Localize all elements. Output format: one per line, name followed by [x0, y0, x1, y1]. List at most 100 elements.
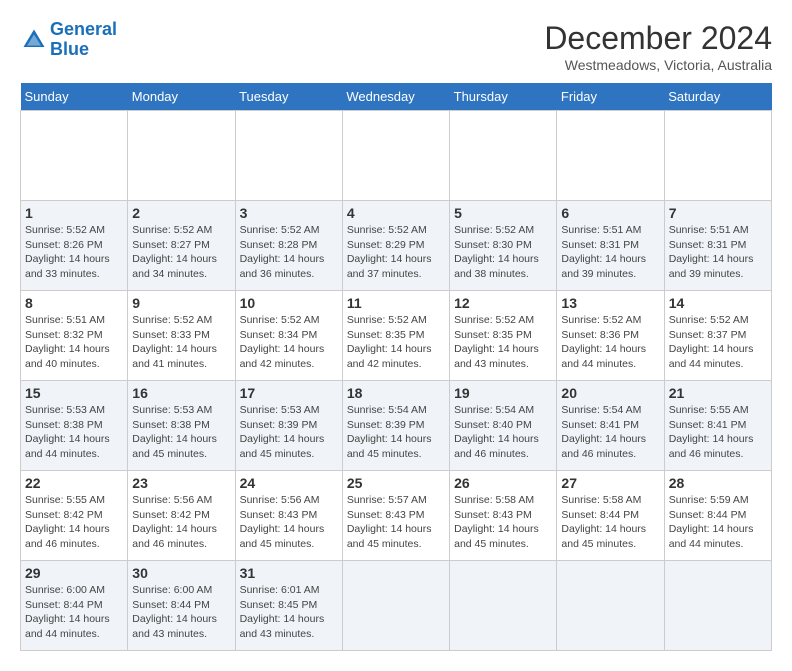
day-info: Sunrise: 5:52 AMSunset: 8:36 PMDaylight:… — [561, 313, 659, 372]
col-header-monday: Monday — [128, 83, 235, 111]
day-info: Sunrise: 5:58 AMSunset: 8:44 PMDaylight:… — [561, 493, 659, 552]
day-number: 19 — [454, 385, 552, 401]
calendar-cell: 4 Sunrise: 5:52 AMSunset: 8:29 PMDaylight… — [342, 201, 449, 291]
day-number: 27 — [561, 475, 659, 491]
day-info: Sunrise: 5:51 AMSunset: 8:31 PMDaylight:… — [561, 223, 659, 282]
calendar-cell: 1 Sunrise: 5:52 AMSunset: 8:26 PMDaylight… — [21, 201, 128, 291]
calendar-cell: 25Sunrise: 5:57 AMSunset: 8:43 PMDayligh… — [342, 471, 449, 561]
day-number: 12 — [454, 295, 552, 311]
calendar-table: SundayMondayTuesdayWednesdayThursdayFrid… — [20, 83, 772, 651]
week-row-2: 1 Sunrise: 5:52 AMSunset: 8:26 PMDaylight… — [21, 201, 772, 291]
col-header-wednesday: Wednesday — [342, 83, 449, 111]
col-header-thursday: Thursday — [450, 83, 557, 111]
day-number: 13 — [561, 295, 659, 311]
day-info: Sunrise: 5:52 AMSunset: 8:35 PMDaylight:… — [347, 313, 445, 372]
day-number: 22 — [25, 475, 123, 491]
calendar-cell — [664, 111, 771, 201]
calendar-cell: 9 Sunrise: 5:52 AMSunset: 8:33 PMDaylight… — [128, 291, 235, 381]
day-number: 20 — [561, 385, 659, 401]
day-info: Sunrise: 5:55 AMSunset: 8:42 PMDaylight:… — [25, 493, 123, 552]
calendar-cell: 17 Sunrise: 5:53 AMSunset: 8:39 PMDayligh… — [235, 381, 342, 471]
day-number: 23 — [132, 475, 230, 491]
day-number: 2 — [132, 205, 230, 221]
day-info: Sunrise: 6:00 AMSunset: 8:44 PMDaylight:… — [25, 583, 123, 642]
calendar-cell: 3Sunrise: 5:52 AMSunset: 8:28 PMDaylight… — [235, 201, 342, 291]
day-info: Sunrise: 5:54 AMSunset: 8:40 PMDaylight:… — [454, 403, 552, 462]
week-row-4: 15Sunrise: 5:53 AMSunset: 8:38 PMDayligh… — [21, 381, 772, 471]
day-info: Sunrise: 5:56 AMSunset: 8:43 PMDaylight:… — [240, 493, 338, 552]
calendar-cell — [21, 111, 128, 201]
day-number: 10 — [240, 295, 338, 311]
calendar-cell: 11 Sunrise: 5:52 AMSunset: 8:35 PMDayligh… — [342, 291, 449, 381]
day-number: 9 — [132, 295, 230, 311]
day-info: Sunrise: 5:52 AMSunset: 8:34 PMDaylight:… — [240, 313, 338, 372]
calendar-cell — [342, 111, 449, 201]
month-title: December 2024 — [544, 20, 772, 57]
day-info: Sunrise: 5:51 AMSunset: 8:31 PMDaylight:… — [669, 223, 767, 282]
logo-line2: Blue — [50, 39, 89, 59]
calendar-cell: 24 Sunrise: 5:56 AMSunset: 8:43 PMDayligh… — [235, 471, 342, 561]
calendar-cell: 22 Sunrise: 5:55 AMSunset: 8:42 PMDayligh… — [21, 471, 128, 561]
calendar-cell: 6 Sunrise: 5:51 AMSunset: 8:31 PMDaylight… — [557, 201, 664, 291]
title-block: December 2024 Westmeadows, Victoria, Aus… — [544, 20, 772, 73]
week-row-3: 8 Sunrise: 5:51 AMSunset: 8:32 PMDaylight… — [21, 291, 772, 381]
logo: General Blue — [20, 20, 117, 60]
calendar-cell — [557, 111, 664, 201]
calendar-cell: 19 Sunrise: 5:54 AMSunset: 8:40 PMDayligh… — [450, 381, 557, 471]
calendar-cell — [450, 561, 557, 651]
day-info: Sunrise: 5:54 AMSunset: 8:41 PMDaylight:… — [561, 403, 659, 462]
day-info: Sunrise: 5:52 AMSunset: 8:28 PMDaylight:… — [240, 223, 338, 282]
calendar-cell — [342, 561, 449, 651]
day-info: Sunrise: 5:59 AMSunset: 8:44 PMDaylight:… — [669, 493, 767, 552]
calendar-cell — [450, 111, 557, 201]
day-info: Sunrise: 5:52 AMSunset: 8:27 PMDaylight:… — [132, 223, 230, 282]
calendar-cell: 29 Sunrise: 6:00 AMSunset: 8:44 PMDayligh… — [21, 561, 128, 651]
day-info: Sunrise: 5:55 AMSunset: 8:41 PMDaylight:… — [669, 403, 767, 462]
calendar-cell: 26 Sunrise: 5:58 AMSunset: 8:43 PMDayligh… — [450, 471, 557, 561]
day-info: Sunrise: 5:52 AMSunset: 8:30 PMDaylight:… — [454, 223, 552, 282]
day-number: 11 — [347, 295, 445, 311]
calendar-cell: 30Sunrise: 6:00 AMSunset: 8:44 PMDayligh… — [128, 561, 235, 651]
day-number: 31 — [240, 565, 338, 581]
day-number: 8 — [25, 295, 123, 311]
calendar-header-row: SundayMondayTuesdayWednesdayThursdayFrid… — [21, 83, 772, 111]
day-number: 7 — [669, 205, 767, 221]
col-header-saturday: Saturday — [664, 83, 771, 111]
calendar-cell — [235, 111, 342, 201]
calendar-cell: 28Sunrise: 5:59 AMSunset: 8:44 PMDayligh… — [664, 471, 771, 561]
calendar-cell: 7 Sunrise: 5:51 AMSunset: 8:31 PMDaylight… — [664, 201, 771, 291]
calendar-cell: 31 Sunrise: 6:01 AMSunset: 8:45 PMDayligh… — [235, 561, 342, 651]
day-info: Sunrise: 5:53 AMSunset: 8:38 PMDaylight:… — [25, 403, 123, 462]
day-info: Sunrise: 5:53 AMSunset: 8:39 PMDaylight:… — [240, 403, 338, 462]
day-number: 16 — [132, 385, 230, 401]
calendar-cell: 16Sunrise: 5:53 AMSunset: 8:38 PMDayligh… — [128, 381, 235, 471]
day-number: 21 — [669, 385, 767, 401]
day-info: Sunrise: 5:52 AMSunset: 8:29 PMDaylight:… — [347, 223, 445, 282]
day-number: 29 — [25, 565, 123, 581]
calendar-cell: 5Sunrise: 5:52 AMSunset: 8:30 PMDaylight… — [450, 201, 557, 291]
day-info: Sunrise: 5:52 AMSunset: 8:33 PMDaylight:… — [132, 313, 230, 372]
day-number: 18 — [347, 385, 445, 401]
day-number: 24 — [240, 475, 338, 491]
calendar-cell: 23Sunrise: 5:56 AMSunset: 8:42 PMDayligh… — [128, 471, 235, 561]
day-number: 14 — [669, 295, 767, 311]
logo-line1: General — [50, 19, 117, 39]
week-row-5: 22 Sunrise: 5:55 AMSunset: 8:42 PMDayligh… — [21, 471, 772, 561]
calendar-cell: 15Sunrise: 5:53 AMSunset: 8:38 PMDayligh… — [21, 381, 128, 471]
day-number: 6 — [561, 205, 659, 221]
col-header-tuesday: Tuesday — [235, 83, 342, 111]
week-row-6: 29 Sunrise: 6:00 AMSunset: 8:44 PMDayligh… — [21, 561, 772, 651]
day-number: 1 — [25, 205, 123, 221]
calendar-cell: 2 Sunrise: 5:52 AMSunset: 8:27 PMDaylight… — [128, 201, 235, 291]
day-number: 4 — [347, 205, 445, 221]
day-info: Sunrise: 5:58 AMSunset: 8:43 PMDaylight:… — [454, 493, 552, 552]
day-info: Sunrise: 5:52 AMSunset: 8:26 PMDaylight:… — [25, 223, 123, 282]
calendar-cell: 21 Sunrise: 5:55 AMSunset: 8:41 PMDayligh… — [664, 381, 771, 471]
calendar-cell — [664, 561, 771, 651]
day-number: 26 — [454, 475, 552, 491]
day-info: Sunrise: 5:51 AMSunset: 8:32 PMDaylight:… — [25, 313, 123, 372]
location-subtitle: Westmeadows, Victoria, Australia — [544, 57, 772, 73]
day-number: 17 — [240, 385, 338, 401]
day-info: Sunrise: 6:01 AMSunset: 8:45 PMDaylight:… — [240, 583, 338, 642]
day-info: Sunrise: 5:57 AMSunset: 8:43 PMDaylight:… — [347, 493, 445, 552]
